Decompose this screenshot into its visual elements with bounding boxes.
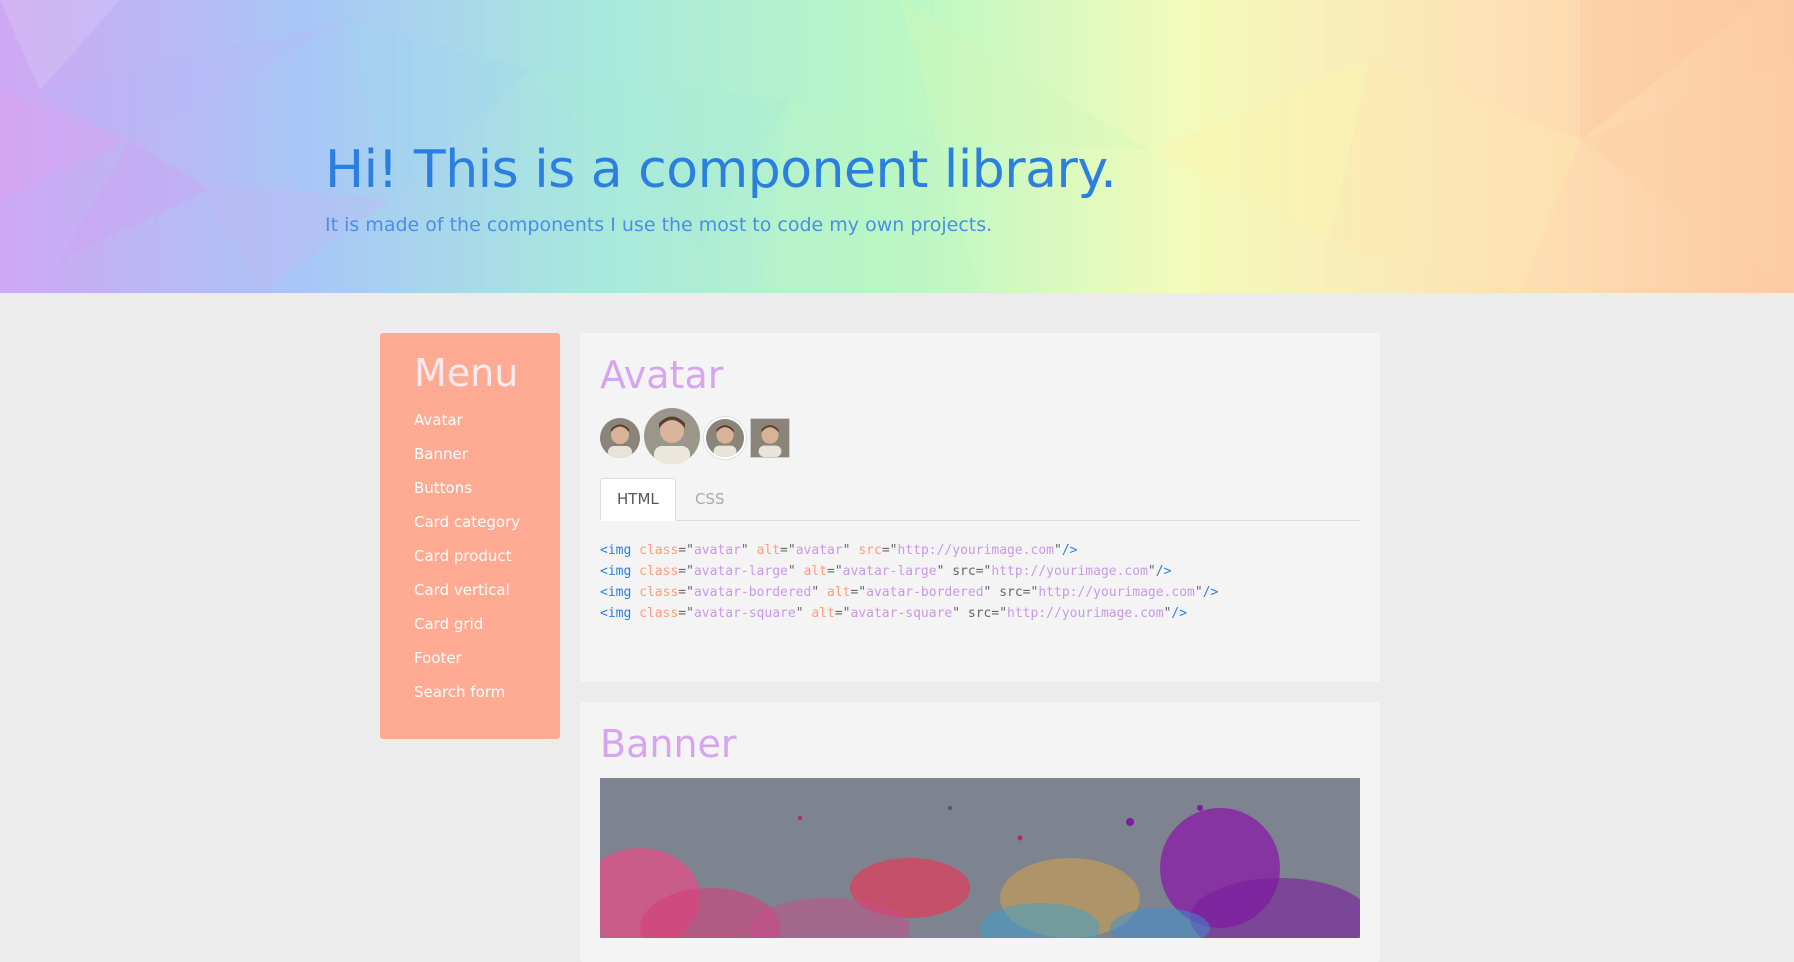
code-token: src (858, 543, 882, 558)
page-title: Hi! This is a component library. (325, 140, 1117, 200)
tab-html[interactable]: HTML (600, 478, 676, 521)
menu-title: Menu (414, 351, 519, 395)
menu-list: Avatar Banner Buttons Card category Card… (414, 411, 520, 717)
code-token: <img (600, 564, 640, 579)
code-token: /> (1155, 564, 1172, 579)
code-token: =" (850, 585, 867, 600)
avatar-square-image (750, 418, 790, 458)
code-token: " (811, 585, 827, 600)
code-token: alt (827, 585, 851, 600)
code-token: =" (678, 543, 694, 558)
code-token: alt (811, 606, 835, 621)
code-token: avatar-square (850, 606, 953, 621)
menu-item-banner[interactable]: Banner (414, 445, 520, 479)
code-token: =" (881, 543, 898, 558)
code-token: " (740, 543, 757, 558)
code-token: alt (803, 564, 827, 579)
code-token: " src=" (983, 585, 1039, 600)
tab-css[interactable]: CSS (678, 478, 742, 521)
page-subtitle: It is made of the components I use the m… (325, 214, 993, 236)
avatar-bordered-image (704, 417, 746, 459)
code-token: class (639, 564, 679, 579)
hero-banner: Hi! This is a component library. It is m… (0, 0, 1794, 293)
code-token: =" (678, 564, 694, 579)
menu-item-search-form[interactable]: Search form (414, 683, 520, 717)
code-token: =" (678, 585, 694, 600)
code-line: <img class="avatar-large" alt="avatar-la… (600, 561, 1218, 582)
code-token: <img (600, 585, 640, 600)
avatar-image (600, 418, 640, 458)
code-token: =" (834, 606, 851, 621)
code-token: <img (600, 606, 640, 621)
code-token: class (639, 543, 679, 558)
code-token: =" (780, 543, 796, 558)
code-token: " src=" (952, 606, 1008, 621)
avatar-section: Avatar HTML CSS <img class="avatar" alt=… (580, 333, 1380, 682)
code-token: avatar (693, 543, 741, 558)
menu-item-buttons[interactable]: Buttons (414, 479, 520, 513)
code-token: /> (1171, 606, 1188, 621)
menu-item-avatar[interactable]: Avatar (414, 411, 520, 445)
section-title-avatar: Avatar (600, 353, 724, 397)
code-token: " (787, 564, 804, 579)
section-title-banner: Banner (600, 722, 737, 766)
code-token: alt (756, 543, 781, 558)
code-token: " (795, 606, 812, 621)
code-token: " (1194, 585, 1203, 600)
code-token: avatar-large (842, 564, 937, 579)
menu-item-card-grid[interactable]: Card grid (414, 615, 520, 649)
code-tabs: HTML CSS (600, 478, 1360, 521)
code-token: " (842, 543, 859, 558)
code-token: " src=" (936, 564, 992, 579)
banner-image (600, 778, 1360, 938)
code-token: avatar-bordered (866, 585, 984, 600)
sidebar-menu: Menu Avatar Banner Buttons Card category… (380, 333, 560, 739)
banner-section: Banner (580, 702, 1380, 962)
code-line: <img class="avatar" alt="avatar" src="ht… (600, 540, 1218, 561)
menu-item-card-vertical[interactable]: Card vertical (414, 581, 520, 615)
code-token: avatar (795, 543, 843, 558)
code-token: http://yourimage.com (897, 543, 1055, 558)
code-token: " (1147, 564, 1156, 579)
code-token: http://yourimage.com (1007, 606, 1164, 621)
code-token: http://yourimage.com (1038, 585, 1195, 600)
code-line: <img class="avatar-square" alt="avatar-s… (600, 603, 1218, 624)
code-token: avatar-large (693, 564, 788, 579)
menu-item-card-category[interactable]: Card category (414, 513, 520, 547)
code-token: class (639, 585, 679, 600)
code-snippet: <img class="avatar" alt="avatar" src="ht… (600, 540, 1218, 624)
code-line: <img class="avatar-bordered" alt="avatar… (600, 582, 1218, 603)
code-token: /> (1061, 543, 1078, 558)
code-token: /> (1202, 585, 1219, 600)
code-token: <img (600, 543, 640, 558)
code-token: " (1054, 543, 1062, 558)
code-token: avatar-bordered (693, 585, 812, 600)
menu-item-card-product[interactable]: Card product (414, 547, 520, 581)
avatar-large-image (644, 408, 700, 464)
code-token: =" (678, 606, 694, 621)
menu-item-footer[interactable]: Footer (414, 649, 520, 683)
code-token: avatar-square (693, 606, 796, 621)
code-token: http://yourimage.com (991, 564, 1148, 579)
code-token: =" (827, 564, 843, 579)
code-token: class (639, 606, 679, 621)
